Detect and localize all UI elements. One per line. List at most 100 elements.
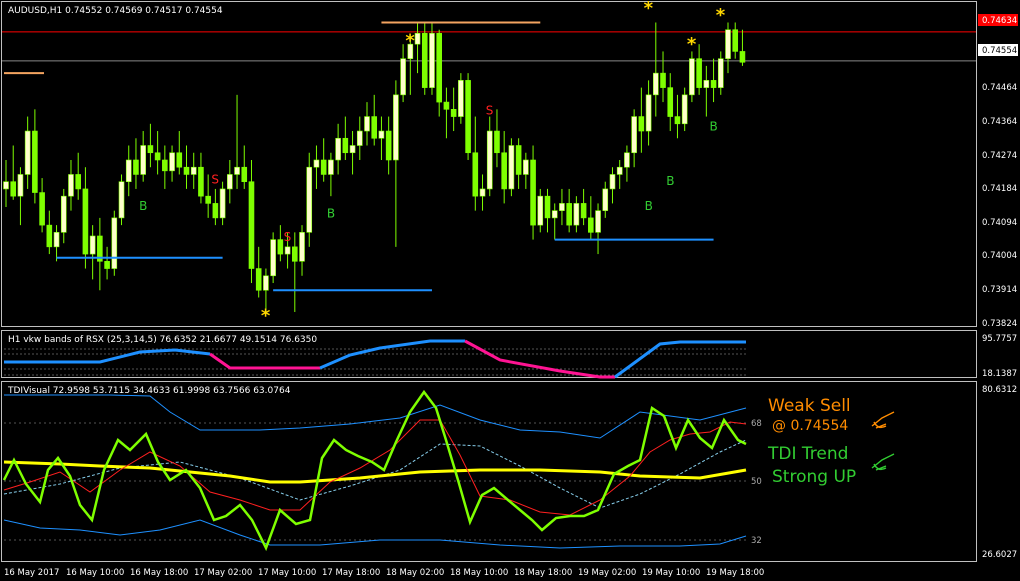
time-label-0: 16 May 2017 — [4, 568, 59, 578]
candle-body — [75, 174, 81, 190]
candle-body — [169, 152, 175, 172]
candle-body — [717, 58, 724, 88]
price-label-7: 0.74004 — [982, 251, 1017, 261]
candle-body — [32, 130, 38, 193]
candle-body — [306, 166, 313, 233]
candle-body — [227, 174, 233, 190]
star-marker: * — [261, 306, 271, 327]
rsx-line-up — [4, 348, 211, 364]
trading-chart[interactable]: BBBBBSSS***** AUDUSD,H1 0.74552 0.74569 … — [0, 0, 1020, 581]
candle-body — [508, 145, 515, 190]
candle-body — [212, 203, 219, 219]
time-label-10: 19 May 10:00 — [642, 568, 700, 578]
candle-body — [739, 51, 746, 63]
candle-body — [378, 130, 385, 139]
candle-body — [580, 203, 587, 219]
sell-signal-marker: S — [486, 104, 494, 118]
candle-body — [537, 195, 544, 226]
time-label-1: 16 May 10:00 — [66, 568, 124, 578]
candle-body — [559, 203, 565, 211]
candle-body — [39, 192, 45, 226]
candle-body — [291, 246, 298, 262]
candle-body — [681, 94, 688, 125]
candle-body — [631, 116, 637, 154]
candle-body — [450, 109, 457, 117]
candle-body — [436, 33, 443, 103]
candle-body — [624, 152, 630, 168]
candle-body — [176, 152, 183, 168]
tdi-trend-label: TDI Trend — [767, 444, 848, 464]
candle-body — [53, 232, 60, 248]
main-title: AUDUSD,H1 0.74552 0.74569 0.74517 0.7455… — [8, 6, 223, 16]
price-label-3: 0.74364 — [982, 117, 1017, 127]
candle-body — [328, 159, 334, 175]
candle-body — [393, 94, 399, 161]
candle-body — [335, 137, 341, 161]
candle-body — [118, 181, 125, 219]
candle-body — [479, 188, 486, 197]
time-label-3: 17 May 02:00 — [194, 568, 252, 578]
candle-body — [125, 159, 132, 182]
candle-body — [313, 159, 320, 168]
time-label-8: 18 May 18:00 — [514, 568, 572, 578]
candle-body — [551, 210, 558, 219]
candle-body — [494, 130, 500, 154]
candle-body — [660, 72, 666, 88]
candle-body — [147, 145, 154, 154]
candle-body — [255, 268, 262, 291]
tdi-level-68: 68 — [751, 419, 762, 429]
bid-tag: 0.74554 — [982, 46, 1017, 56]
time-label-6: 18 May 02:00 — [386, 568, 444, 578]
candle-body — [667, 87, 674, 117]
candle-body — [710, 80, 717, 88]
candle-body — [82, 188, 89, 255]
candle-body — [458, 80, 464, 117]
price-axis: 0.74634 0.74554 0.74464 0.74364 0.74274 … — [978, 14, 1018, 329]
candle-body — [10, 181, 17, 197]
buy-signal-marker: B — [710, 120, 718, 134]
candle-body — [429, 33, 435, 88]
candle-body — [674, 116, 681, 125]
candle-body — [205, 195, 211, 204]
candle-body — [24, 130, 31, 175]
time-label-11: 19 May 18:00 — [706, 568, 764, 578]
candle-body — [501, 152, 507, 190]
candle-body — [566, 203, 572, 226]
time-label-2: 16 May 18:00 — [130, 568, 188, 578]
candle-body — [465, 80, 471, 154]
candle-body — [111, 217, 118, 269]
candle-body — [234, 166, 240, 175]
rsx-title: H1 vkw bands of RSX (25,3,14,5) 76.6352 … — [8, 335, 317, 345]
candle-body — [638, 116, 645, 132]
candle-body — [696, 58, 702, 88]
price-label-8: 0.73914 — [982, 285, 1017, 295]
candle-body — [263, 275, 269, 291]
candle-body — [342, 137, 349, 154]
star-marker: * — [405, 31, 415, 52]
rsx-line-down — [209, 352, 320, 370]
candle-body — [595, 210, 601, 233]
candle-body — [3, 181, 9, 190]
time-label-9: 19 May 02:00 — [578, 568, 636, 578]
candle-body — [320, 159, 327, 175]
time-label-5: 17 May 18:00 — [322, 568, 380, 578]
candle-body — [198, 166, 204, 197]
price-label-6: 0.74094 — [982, 218, 1017, 228]
write-hand-icon — [871, 453, 895, 471]
candle-body — [689, 58, 695, 96]
tdi-level-32: 32 — [751, 536, 762, 546]
candle-body — [400, 58, 406, 96]
tdi-layer — [2, 389, 747, 552]
candle-body — [284, 246, 291, 255]
candle-body — [703, 80, 710, 88]
candle-body — [371, 116, 378, 139]
candle-body — [277, 239, 284, 255]
tdi-level-50: 50 — [751, 477, 762, 487]
candle-body — [588, 217, 594, 233]
candle-body — [486, 130, 493, 190]
buy-signal-marker: B — [666, 174, 674, 188]
candle-body — [356, 130, 363, 146]
tdi-status-price: @ 0.74554 — [772, 418, 848, 434]
candle-body — [385, 130, 392, 161]
tdi-scale-bottom: 26.6027 — [982, 550, 1017, 560]
